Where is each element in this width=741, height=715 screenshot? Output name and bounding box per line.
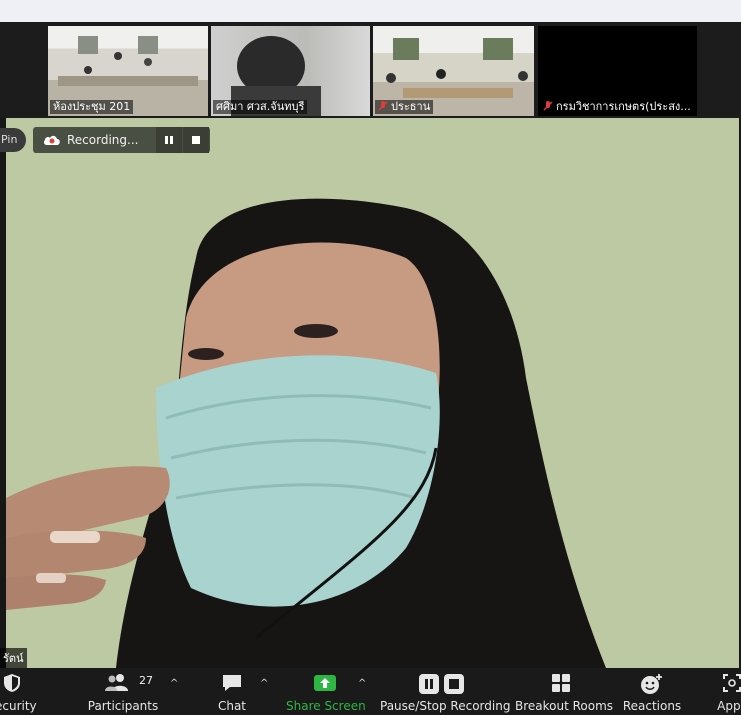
video-tile-participant[interactable]: ศศิมา ศวส.จันทบุรี (211, 26, 370, 116)
mic-muted-icon (543, 101, 553, 111)
security-label: Security (0, 699, 37, 713)
pause-stop-recording-button[interactable]: Pause/Stop Recording (380, 668, 511, 715)
participant-name-text: กรมวิชาการเกษตร(ประสง... (556, 100, 691, 113)
share-screen-button[interactable]: Share Screen (286, 668, 366, 715)
breakout-rooms-button[interactable]: Breakout Rooms (515, 668, 614, 715)
pause-recording-button[interactable] (156, 127, 182, 153)
recording-label: Recording... (67, 133, 139, 147)
share-screen-label: Share Screen (286, 699, 366, 713)
participants-icon (105, 674, 128, 691)
pin-button[interactable]: Pin (0, 128, 26, 152)
cloud-recording-icon (43, 135, 60, 145)
share-options-caret[interactable]: ^ (358, 678, 366, 689)
participant-name: กรมวิชาการเกษตร(ประสง... (540, 100, 694, 114)
recording-indicator: Recording... (33, 127, 210, 153)
apps-icon (723, 674, 741, 692)
participants-label: Participants (87, 699, 159, 713)
apps-label: Apps (717, 699, 741, 713)
participant-name: ห้องประชุม 201 (50, 100, 134, 114)
pause-icon (165, 136, 173, 144)
pause-stop-icon (419, 674, 464, 694)
chat-button[interactable]: Chat (210, 668, 254, 715)
video-tile-chairman[interactable]: ประธาน (373, 26, 534, 116)
stop-icon (192, 136, 200, 144)
video-tile-meeting-room[interactable]: ห้องประชุม 201 (48, 26, 208, 116)
apps-button[interactable]: Apps (712, 668, 741, 715)
participant-name: ศศิมา ศวส.จันทบุรี (213, 100, 308, 114)
participant-name-text: ประธาน (391, 100, 431, 113)
smiley-add-icon (641, 674, 662, 694)
chat-label: Chat (217, 699, 247, 713)
reactions-label: Reactions (622, 699, 682, 713)
chat-bubble-icon (223, 675, 241, 691)
active-speaker-name: รัตน์ (0, 648, 27, 668)
shield-icon (4, 674, 20, 692)
breakout-rooms-icon (552, 674, 570, 692)
breakout-rooms-label: Breakout Rooms (515, 699, 614, 713)
participants-button[interactable]: 27 Participants (84, 668, 162, 715)
share-screen-icon (314, 675, 336, 691)
participant-name: ประธาน (375, 100, 434, 114)
chat-options-caret[interactable]: ^ (260, 678, 268, 689)
reactions-button[interactable]: Reactions (622, 668, 682, 715)
speaker-scene (6, 198, 606, 668)
active-speaker-video[interactable] (6, 118, 739, 668)
mic-muted-icon (378, 101, 388, 111)
recording-button-label: Pause/Stop Recording (380, 699, 511, 713)
meeting-toolbar: Security 27 Participants ^ Chat ^ Share … (0, 668, 741, 715)
window-top-bar (0, 0, 741, 22)
participants-options-caret[interactable]: ^ (170, 678, 178, 689)
stop-recording-button[interactable] (183, 127, 209, 153)
security-button[interactable]: Security (0, 668, 42, 715)
participants-count: 27 (139, 674, 153, 687)
video-tile-department[interactable]: กรมวิชาการเกษตร(ประสง... (538, 26, 697, 116)
